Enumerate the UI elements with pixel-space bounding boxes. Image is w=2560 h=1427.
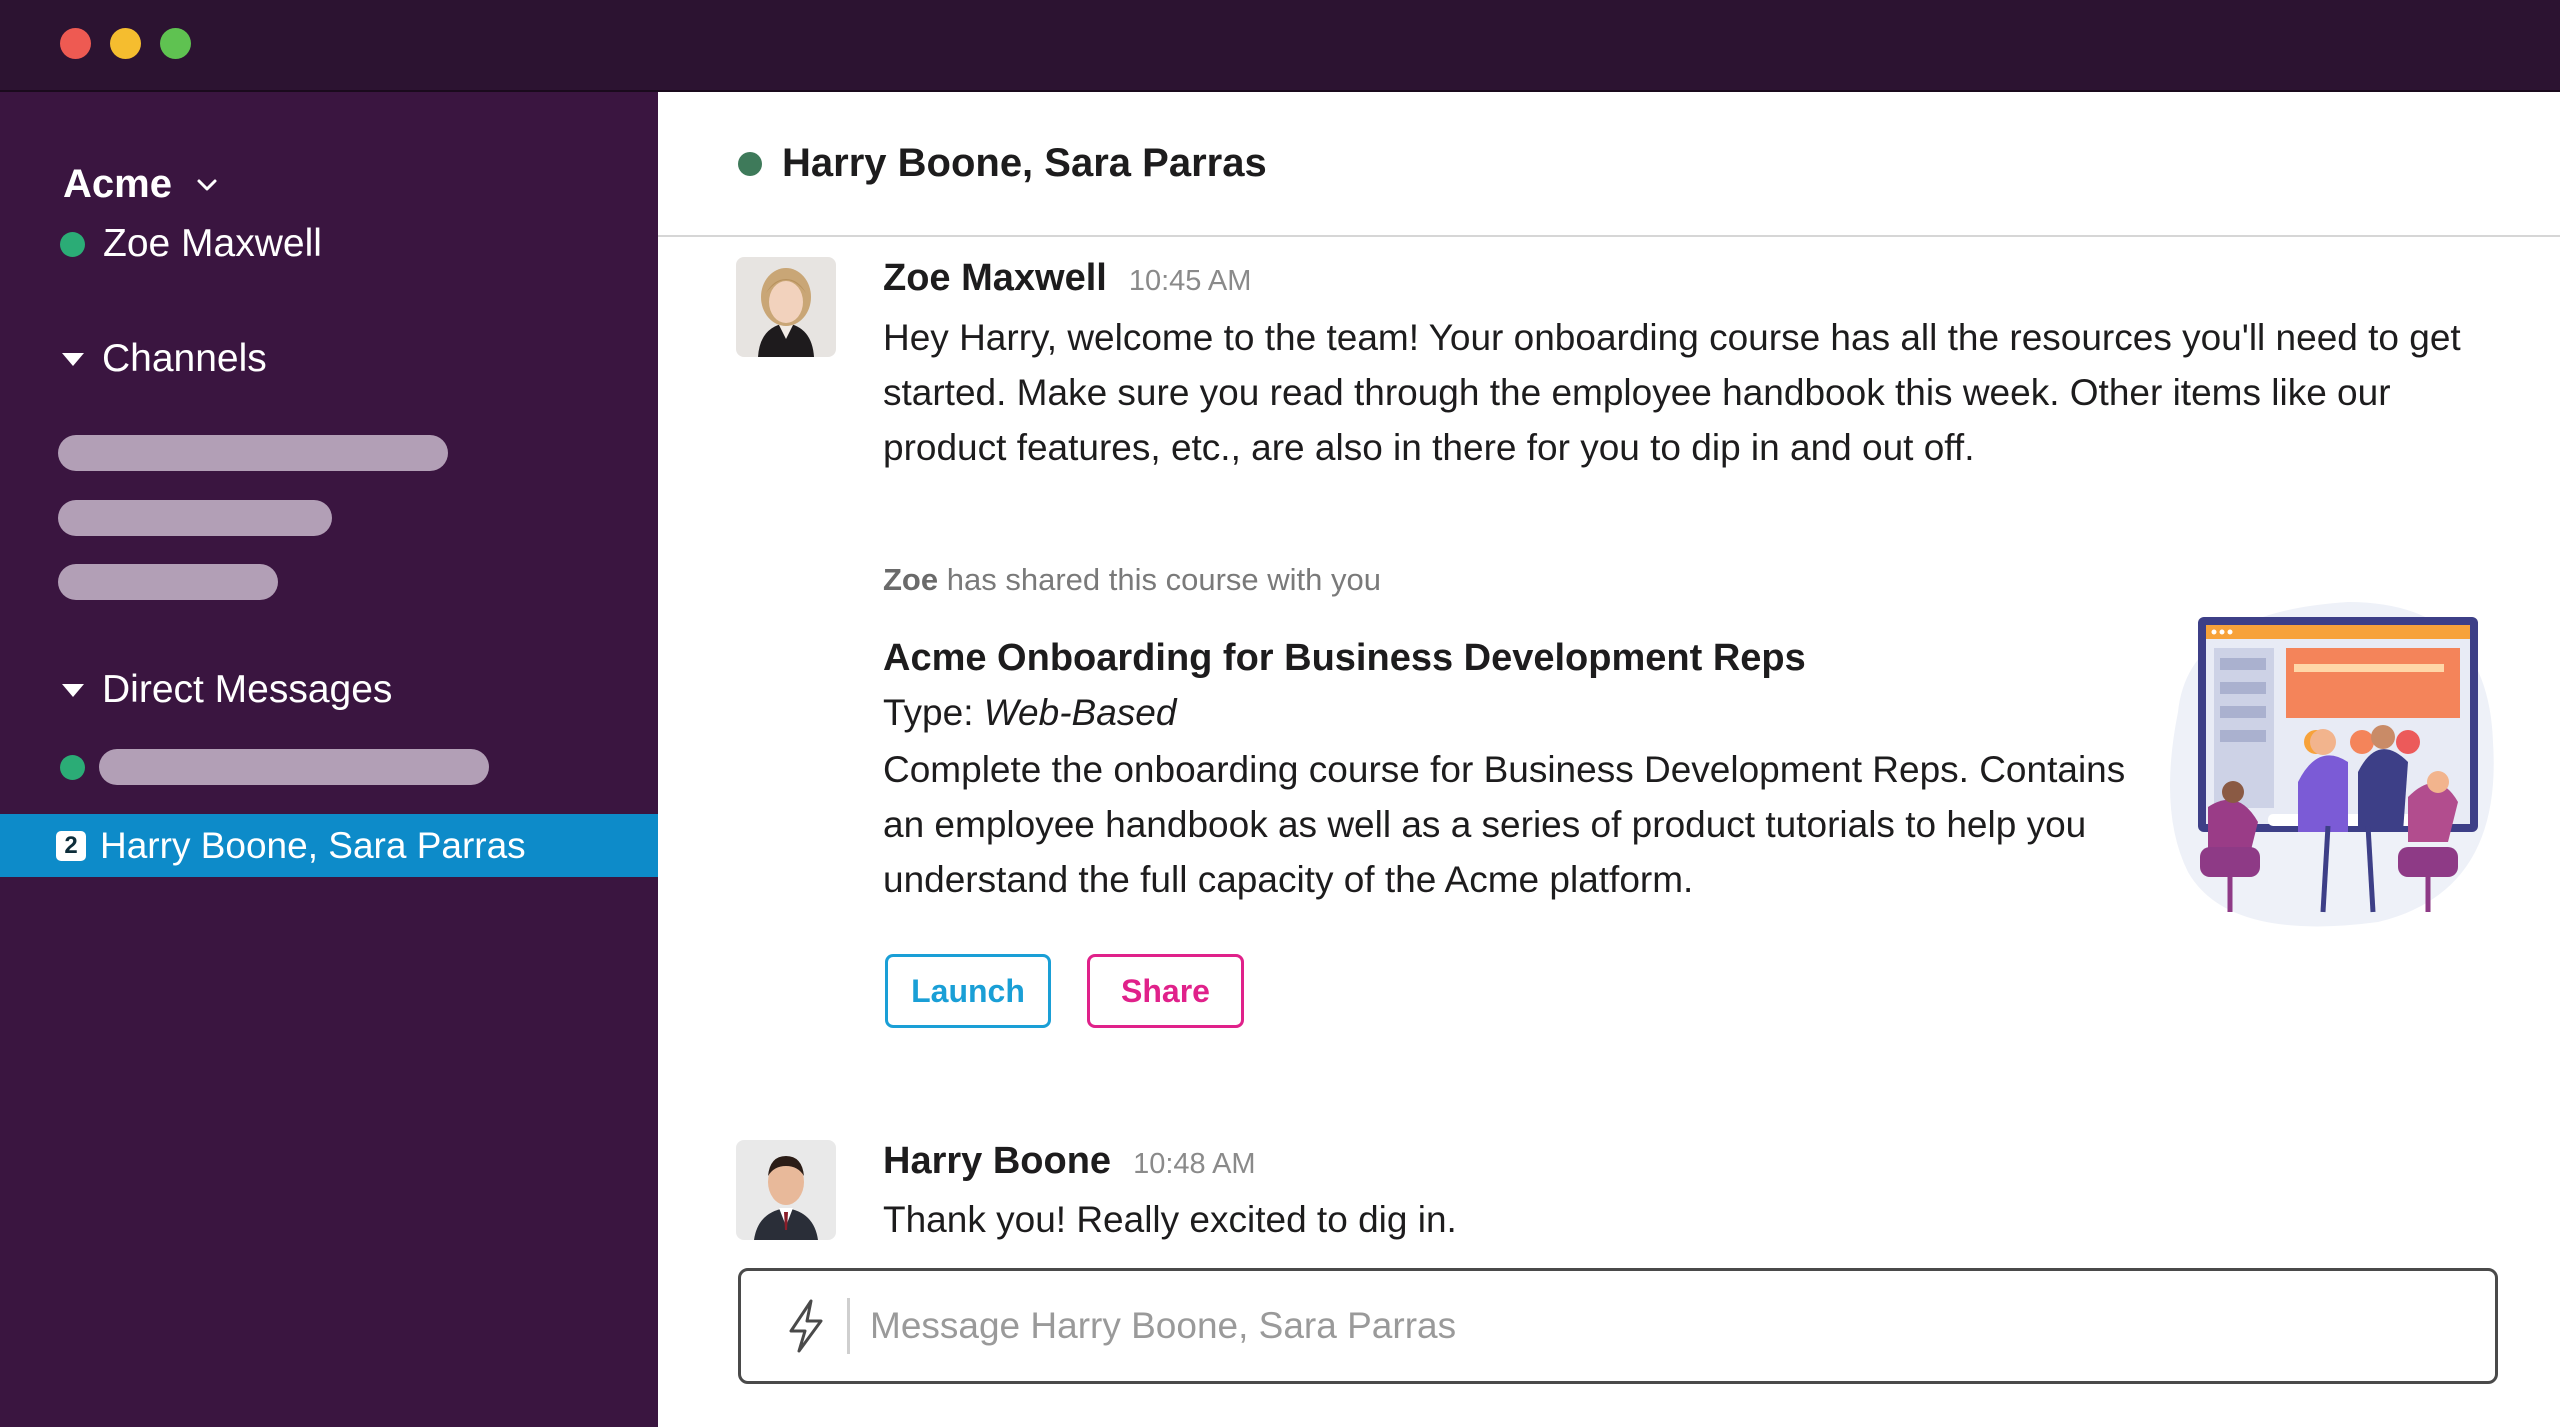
avatar-woman-icon — [736, 257, 836, 357]
presence-status-icon — [738, 151, 762, 176]
message-header: Harry Boone 10:48 AM — [883, 1140, 1256, 1183]
shared-note-text: has shared this course with you — [938, 562, 1381, 597]
workspace-name: Acme — [63, 162, 172, 206]
sharer-name: Zoe — [883, 562, 939, 597]
minimize-window-button[interactable] — [110, 28, 141, 59]
caret-down-icon — [62, 683, 84, 697]
message-text: Hey Harry, welcome to the team! Your onb… — [883, 317, 2461, 468]
message-input[interactable] — [870, 1305, 2495, 1347]
workspace-switcher[interactable]: Acme — [63, 162, 222, 207]
direct-messages-section-header[interactable]: Direct Messages — [62, 668, 392, 712]
avatar[interactable] — [736, 257, 836, 357]
message-composer[interactable] — [738, 1268, 2498, 1384]
zoom-window-button[interactable] — [160, 28, 191, 59]
course-type-label: Type: — [883, 692, 984, 733]
channel-item-placeholder[interactable] — [58, 564, 278, 600]
message-author[interactable]: Zoe Maxwell — [883, 257, 1107, 300]
window-titlebar — [0, 0, 2560, 92]
message-timestamp[interactable]: 10:45 AM — [1129, 265, 1252, 298]
conversation-pane: Harry Boone, Sara Parras Zoe Maxwell 10:… — [658, 92, 2560, 1427]
avatar-man-icon — [736, 1140, 836, 1240]
sidebar: Acme Zoe Maxwell Channels Direct Message… — [0, 92, 658, 1427]
conversation-header: Harry Boone, Sara Parras — [658, 92, 2560, 237]
course-illustration — [2170, 602, 2494, 927]
dm-name-placeholder — [99, 749, 489, 785]
launch-button[interactable]: Launch — [885, 954, 1051, 1028]
course-type: Type: Web-Based — [883, 692, 1176, 734]
message-header: Zoe Maxwell 10:45 AM — [883, 257, 1251, 300]
lightning-bolt-icon[interactable] — [771, 1291, 841, 1361]
message-text: Thank you! Really excited to dig in. — [883, 1199, 1457, 1240]
caret-down-icon — [62, 352, 84, 366]
channel-item-placeholder[interactable] — [58, 435, 448, 471]
course-type-value: Web-Based — [983, 692, 1177, 733]
direct-messages-label: Direct Messages — [102, 668, 393, 711]
conversation-title[interactable]: Harry Boone, Sara Parras — [782, 141, 1267, 186]
composer-divider — [847, 1298, 850, 1354]
dm-item-label: Harry Boone, Sara Parras — [100, 824, 526, 866]
course-title[interactable]: Acme Onboarding for Business Development… — [883, 637, 1806, 680]
shared-course-note: Zoe has shared this course with you — [883, 562, 1381, 598]
message-author[interactable]: Harry Boone — [883, 1140, 1111, 1183]
dm-item-placeholder[interactable] — [60, 749, 489, 785]
chevron-down-icon — [197, 179, 217, 190]
current-user[interactable]: Zoe Maxwell — [60, 222, 322, 266]
share-button[interactable]: Share — [1087, 954, 1244, 1028]
course-description: Complete the onboarding course for Busin… — [883, 749, 2126, 900]
dm-item-active[interactable]: 2 Harry Boone, Sara Parras — [0, 814, 658, 877]
message-timestamp[interactable]: 10:48 AM — [1133, 1148, 1256, 1181]
current-user-name: Zoe Maxwell — [103, 222, 322, 265]
online-status-icon — [60, 754, 85, 780]
close-window-button[interactable] — [60, 28, 91, 59]
channel-item-placeholder[interactable] — [58, 500, 332, 536]
channels-section-header[interactable]: Channels — [62, 337, 267, 381]
channels-label: Channels — [102, 337, 267, 380]
online-status-icon — [60, 231, 85, 257]
unread-count-badge: 2 — [56, 830, 86, 861]
avatar[interactable] — [736, 1140, 836, 1240]
